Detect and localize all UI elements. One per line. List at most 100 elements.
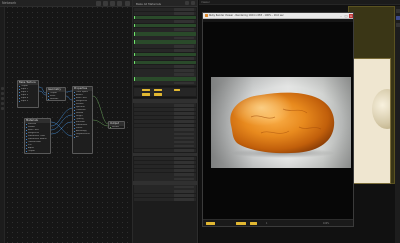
maximize-icon[interactable]: □ [344,14,348,18]
right-toolbar [395,6,400,243]
window-titlebar[interactable]: Ruby Render Viewer - Rendering 1024 x 68… [203,13,353,19]
highlighted-param[interactable] [134,52,196,57]
port[interactable]: Output [25,150,50,153]
node-bake-texture[interactable]: Bake Texture Output Input 1 Input 2 Inpu… [17,80,39,108]
status-button[interactable] [206,222,215,225]
section-header[interactable] [133,181,197,185]
highlighted-param[interactable] [134,60,196,65]
port[interactable]: Input 5 [18,100,38,103]
parameters-panel: Bake All Materials [133,0,198,243]
param-row[interactable] [134,128,196,132]
yellow-value-field[interactable] [174,88,180,92]
highlighted-param[interactable] [134,77,196,81]
yellow-value-field[interactable] [142,88,150,92]
param-field [174,73,194,77]
panel-title: Bake All Materials [136,1,161,6]
param-row[interactable] [134,185,196,189]
param-field [174,124,194,128]
param-row[interactable] [134,107,196,112]
param-row[interactable] [134,19,196,24]
close-icon[interactable]: × [349,14,353,18]
yellow-value-field[interactable] [142,92,150,96]
layer-icon[interactable] [395,16,400,20]
window-title: Ruby Render Viewer - Rendering 1024 x 68… [209,14,284,18]
port[interactable]: Render [109,126,124,129]
param-field [174,120,194,123]
node-properties[interactable]: Properties Color Space Amber Base Color … [72,86,93,154]
param-field [174,136,194,140]
highlighted-param[interactable] [134,32,196,36]
param-field [174,81,194,85]
panel-header: Bake All Materials [133,0,197,7]
node-materials[interactable]: Materials Material Shader Base Color Rou… [24,118,51,154]
param-row[interactable] [134,193,196,198]
status-button[interactable] [250,222,257,225]
param-row[interactable] [134,64,196,69]
param-row[interactable] [134,164,196,169]
param-row[interactable] [134,115,196,120]
param-row[interactable] [134,144,196,148]
param-row[interactable] [134,56,196,61]
highlighted-param[interactable] [134,15,196,20]
param-row[interactable] [134,36,196,40]
param-row[interactable] [134,140,196,144]
section-header[interactable] [133,99,197,103]
param-row[interactable] [134,48,196,53]
param-row[interactable] [134,73,196,77]
param-row[interactable] [134,132,196,136]
port[interactable]: AO [73,136,92,139]
param-row[interactable] [134,123,196,128]
yellow-value-field[interactable] [154,88,162,92]
close-icon[interactable] [191,1,195,5]
param-row[interactable] [134,44,196,48]
amber-stone-image [230,92,335,158]
param-row[interactable] [134,11,196,16]
param-row[interactable] [134,168,196,173]
highlighted-param[interactable] [134,40,196,44]
param-field [174,116,194,119]
viewer-header-label: Viewer [201,0,210,4]
node-output[interactable]: Output Render [108,121,125,129]
param-row[interactable] [134,197,196,202]
node-editor[interactable]: Network Bake Texture Output Input 1 Inpu… [0,0,133,243]
section-header[interactable] [133,152,197,157]
param-row[interactable] [134,136,196,140]
param-row[interactable] [134,160,196,165]
menu-icon[interactable] [395,9,400,13]
param-row[interactable] [134,69,196,73]
param-row[interactable] [134,156,196,161]
param-field [174,112,194,115]
param-row-yellow[interactable] [134,92,196,96]
status-button[interactable] [236,222,246,225]
param-field [174,107,194,111]
param-row[interactable] [134,103,196,107]
rendered-photo [211,77,351,168]
param-field [174,185,194,189]
param-field [174,193,194,197]
param-field [174,103,194,107]
minimize-icon[interactable]: – [339,14,343,18]
param-row[interactable] [134,7,196,12]
param-row[interactable] [134,177,196,181]
tools-icon[interactable] [395,23,400,27]
param-field [174,65,194,68]
param-field [174,7,194,11]
param-row[interactable] [134,111,196,116]
param-row[interactable] [134,173,196,177]
param-row-yellow[interactable] [134,88,196,92]
param-field [174,57,194,60]
param-field [174,165,194,168]
image-viewer-window[interactable]: Ruby Render Viewer - Rendering 1024 x 68… [202,12,354,227]
param-row[interactable] [134,148,196,152]
highlighted-param[interactable] [134,23,196,28]
param-row[interactable] [134,28,196,32]
param-row[interactable] [134,189,196,193]
param-row[interactable] [134,81,196,85]
param-row[interactable] [134,119,196,124]
port[interactable]: Normals [47,98,65,101]
node-geometry[interactable]: Geometry Output Mesh Normals [46,87,66,101]
pin-icon[interactable] [185,1,189,5]
yellow-value-field[interactable] [154,92,162,96]
param-field [174,128,194,132]
viewer-area: Viewer Ruby Render Viewer - Rendering 10… [199,0,400,243]
